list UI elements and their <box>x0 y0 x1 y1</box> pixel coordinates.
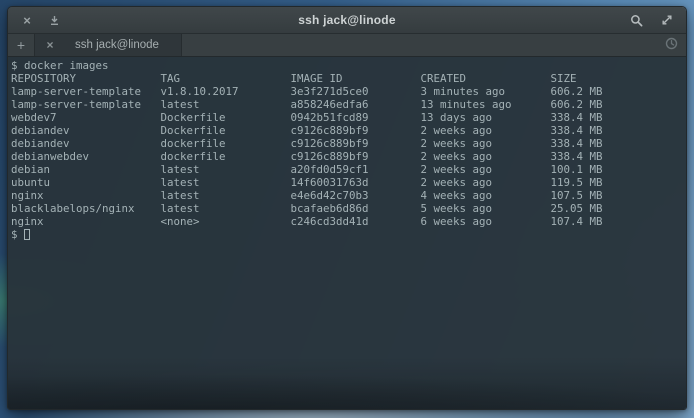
terminal-cursor <box>24 229 30 240</box>
window-controls-left: × <box>18 11 63 29</box>
close-icon: × <box>23 14 31 27</box>
tab-ssh-session[interactable]: × ssh jack@linode <box>34 34 182 56</box>
minimize-button[interactable] <box>45 11 63 29</box>
minimize-icon <box>49 15 60 26</box>
tab-bar-spacer <box>182 34 656 56</box>
close-window-button[interactable]: × <box>18 11 36 29</box>
window-controls-right <box>627 11 676 29</box>
search-button[interactable] <box>627 11 645 29</box>
titlebar[interactable]: × ssh jack@linode <box>8 7 686 34</box>
tab-close-button[interactable]: × <box>43 39 57 51</box>
maximize-icon <box>661 14 673 26</box>
tab-label: ssh jack@linode <box>61 39 173 51</box>
new-tab-button[interactable]: + <box>8 34 34 56</box>
terminal-output: $ docker images REPOSITORY TAG IMAGE ID … <box>11 59 686 241</box>
history-button[interactable] <box>656 34 686 56</box>
terminal-window: × ssh jack@linode <box>7 6 687 410</box>
tab-bar: + × ssh jack@linode <box>8 34 686 57</box>
search-icon <box>630 14 643 27</box>
terminal-pane[interactable]: $ docker images REPOSITORY TAG IMAGE ID … <box>8 57 686 409</box>
clock-history-icon <box>665 37 678 53</box>
maximize-button[interactable] <box>658 11 676 29</box>
window-title: ssh jack@linode <box>8 13 686 27</box>
